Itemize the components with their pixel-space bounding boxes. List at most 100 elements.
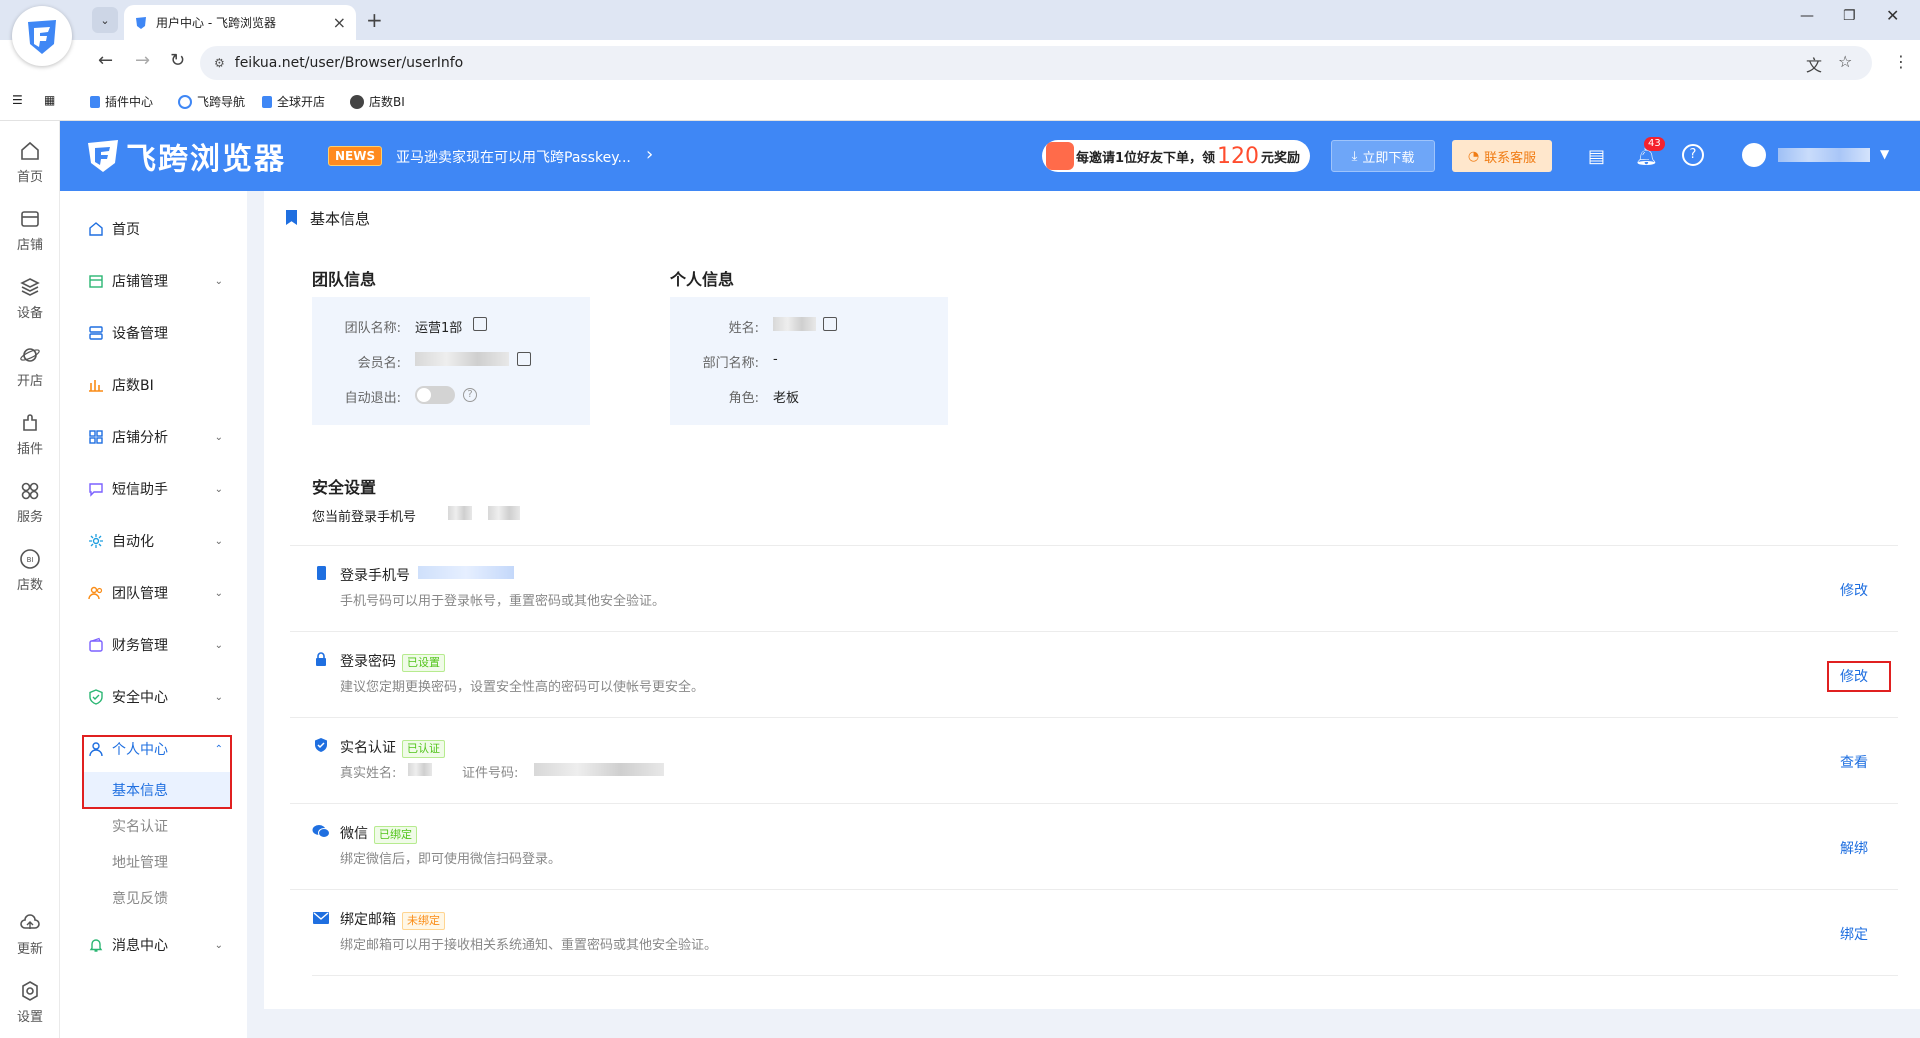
modify-phone-link[interactable]: 修改 [1840,580,1868,600]
brand-logo[interactable]: 飞跨浏览器 [84,134,286,178]
bookmark-feikua-nav[interactable]: 飞跨导航 [178,93,245,110]
bi-icon: BI [20,549,40,569]
feikua-icon [262,95,272,108]
security-settings-title: 安全设置 [312,478,377,497]
team-name-label: 团队名称: [344,321,401,336]
name-redacted [773,317,816,331]
question-icon[interactable]: ? [463,388,477,402]
submenu-address[interactable]: 地址管理 [112,852,168,872]
sidebar-item-personal-center[interactable]: 个人中心 ⌃ [60,729,247,769]
rail-store-data[interactable]: BI 店数 [0,548,60,593]
user-avatar-icon[interactable] [1742,143,1766,167]
restore-icon[interactable]: ❐ [1843,8,1856,24]
news-headline-link[interactable]: 亚马逊卖家现在可以用飞跨Passkey... [396,147,631,167]
back-icon[interactable]: ← [98,50,113,71]
verify-shield-icon [315,738,327,752]
edit-member-name-icon[interactable] [517,352,531,366]
rail-service[interactable]: 服务 [0,480,60,525]
sidebar-toggle-icon[interactable]: ☰ [12,93,23,107]
bind-email-link[interactable]: 绑定 [1840,924,1868,944]
notes-icon[interactable]: ▤ [1588,146,1605,167]
bookmark-store-bi[interactable]: 店数BI [350,93,405,110]
rail-update[interactable]: 更新 [0,912,60,957]
unbind-wechat-link[interactable]: 解绑 [1840,838,1868,858]
apps-grid-icon[interactable]: ▦ [44,93,55,107]
edit-team-name-icon[interactable] [473,317,487,331]
chevron-down-icon: ⌄ [214,535,223,547]
modify-password-link[interactable]: 修改 [1840,666,1868,686]
bookmark-global-store[interactable]: 全球开店 [262,93,325,110]
chevron-down-icon: ⌄ [214,275,223,287]
login-password-desc: 建议您定期更换密码，设置安全性高的密码可以使帐号更安全。 [340,680,705,695]
chart-icon [89,380,103,392]
close-window-icon[interactable]: ✕ [1886,6,1899,25]
minimize-icon[interactable]: — [1800,8,1814,24]
tab-title: 用户中心 - 飞跨浏览器 [156,16,276,30]
browser-logo-icon[interactable] [12,6,72,66]
brand-logo-icon [88,140,118,172]
sidebar-item-automation[interactable]: 自动化 ⌄ [60,521,247,561]
submenu-basic-info[interactable]: 基本信息 [112,780,168,800]
wallet-icon [89,637,103,652]
real-name-redacted [408,763,432,776]
username-redacted[interactable] [1778,148,1870,162]
divider [290,889,1898,890]
browser-tab-active[interactable]: 用户中心 - 飞跨浏览器 × [124,5,356,40]
address-input[interactable]: ⚙ feikua.net/user/Browser/userInfo [200,46,1872,80]
caret-down-icon[interactable]: ▼ [1880,147,1889,161]
login-password-title: 登录密码 已设置 [340,651,445,672]
sidebar-item-team-management[interactable]: 团队管理 ⌄ [60,573,247,613]
sidebar-item-store-bi[interactable]: 店数BI [60,365,247,405]
rail-open-store[interactable]: 开店 [0,344,60,389]
tab-search-dropdown[interactable]: ⌄ [92,7,118,33]
chevron-down-icon: ⌄ [214,639,223,651]
chevron-down-icon: ⌄ [214,691,223,703]
submenu-real-name[interactable]: 实名认证 [112,816,168,836]
contact-service-button[interactable]: ◔ 联系客服 [1452,140,1552,172]
name-label: 姓名: [728,321,759,336]
bookmark-plugin-center[interactable]: 插件中心 [90,93,153,110]
chevron-down-icon: ⌄ [214,431,223,443]
divider [290,545,1898,546]
help-icon[interactable]: ? [1682,144,1704,166]
edit-name-icon[interactable] [823,317,837,331]
new-tab-icon[interactable]: + [366,8,383,32]
download-button[interactable]: ⤓ 立即下载 [1331,140,1435,172]
mail-icon [313,912,329,924]
sidebar-item-home[interactable]: 首页 [60,209,247,249]
menu-kebab-icon[interactable]: ⋮ [1893,52,1909,71]
sidebar-item-device-management[interactable]: 设备管理 [60,313,247,353]
rail-plugin[interactable]: 插件 [0,412,60,457]
rail-home[interactable]: 首页 [0,140,60,185]
sidebar-item-store-analysis[interactable]: 店铺分析 ⌄ [60,417,247,457]
sidebar-item-security-center[interactable]: 安全中心 ⌄ [60,677,247,717]
sidebar-item-finance-management[interactable]: 财务管理 ⌄ [60,625,247,665]
chevron-down-icon: ⌄ [214,939,223,951]
submenu-feedback[interactable]: 意见反馈 [112,888,168,908]
divider [290,631,1898,632]
login-phone-redacted [418,566,514,579]
divider [312,975,1898,976]
auto-logout-toggle[interactable] [415,386,455,404]
reload-icon[interactable]: ↻ [170,50,185,71]
sidebar-item-message-center[interactable]: 消息中心 ⌄ [60,925,247,965]
site-info-icon[interactable]: ⚙ [214,56,225,70]
invite-reward-banner[interactable]: 每邀请1位好友下单，领 120 元奖励 [1042,140,1310,172]
current-phone-redacted-2 [488,506,520,520]
planet-icon [20,348,40,362]
sidebar-item-sms-assistant[interactable]: 短信助手 ⌄ [60,469,247,509]
rail-device[interactable]: 设备 [0,276,60,321]
home-icon [21,141,39,160]
translate-icon[interactable]: 文 [1806,52,1822,76]
news-badge: NEWS [328,146,383,166]
chevron-right-icon[interactable]: › [646,144,653,165]
real-name-status-tag: 已认证 [402,740,445,758]
forward-icon[interactable]: → [135,50,150,71]
rail-settings[interactable]: 设置 [0,980,60,1025]
tab-close-icon[interactable]: × [333,13,346,32]
sidebar-item-store-management[interactable]: 店铺管理 ⌄ [60,261,247,301]
star-icon[interactable]: ☆ [1838,52,1852,71]
password-status-tag: 已设置 [402,654,445,672]
view-real-name-link[interactable]: 查看 [1840,752,1868,772]
rail-store[interactable]: 店铺 [0,208,60,253]
